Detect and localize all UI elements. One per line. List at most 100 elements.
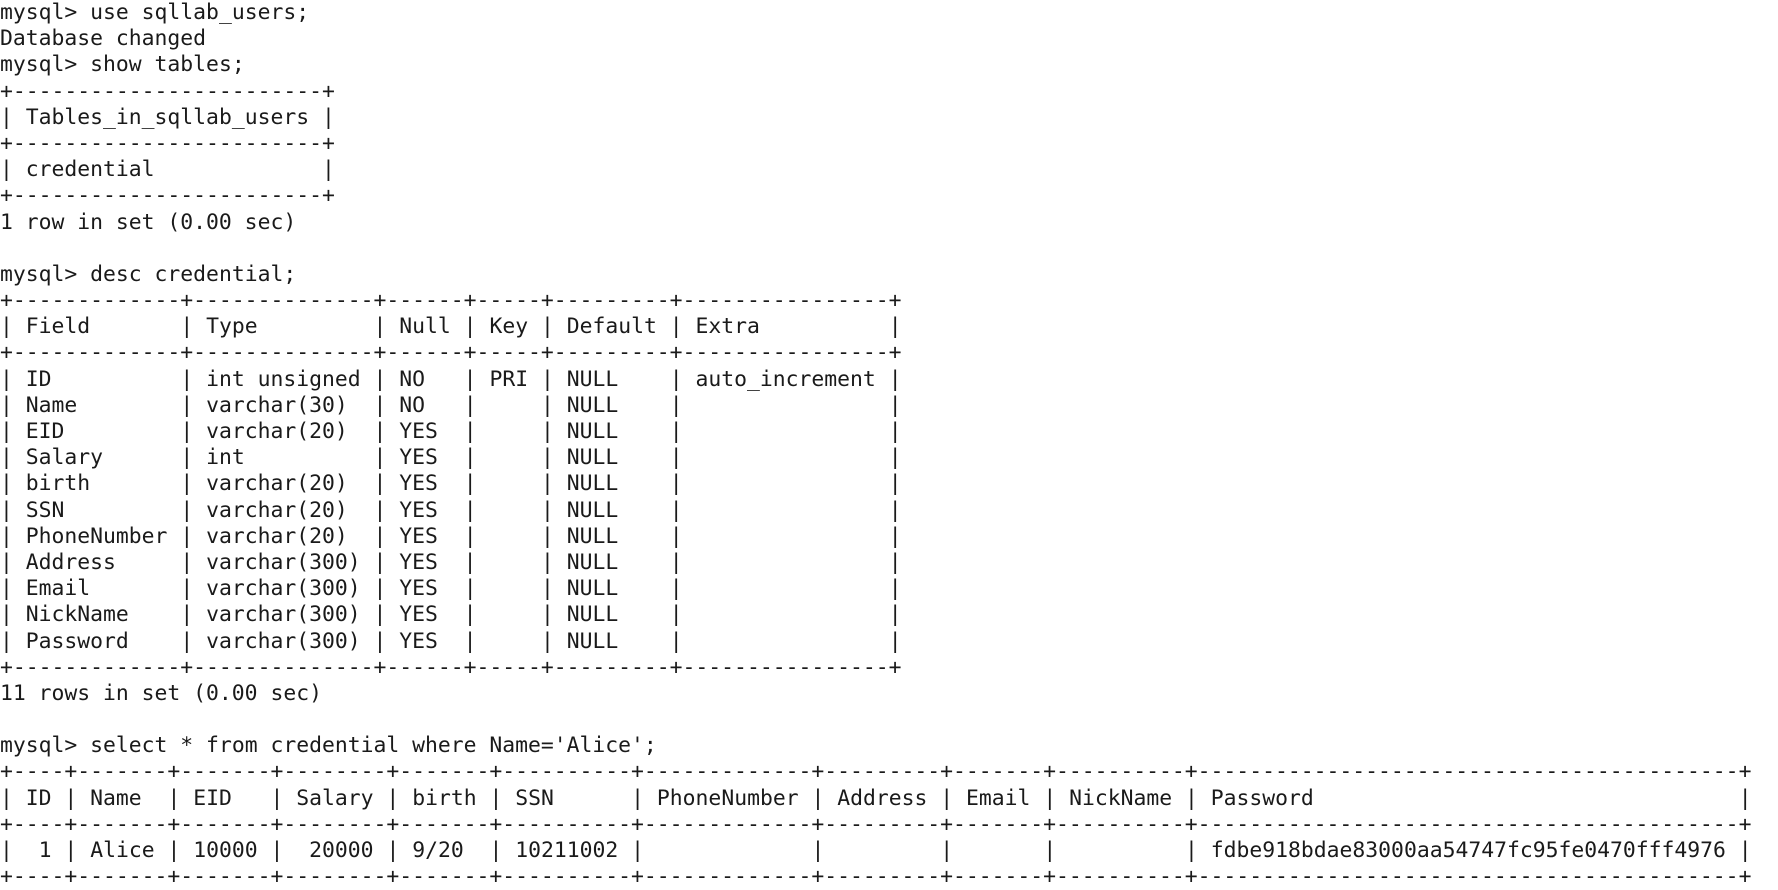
table-row: | EID | varchar(20) | YES | | NULL | | xyxy=(0,419,1778,445)
table-separator: | xyxy=(875,523,902,549)
table-cell: Email xyxy=(25,576,91,602)
table-row: | Email | varchar(300) | YES | | NULL | … xyxy=(0,576,1778,602)
table-separator: | xyxy=(656,419,696,444)
table-separator: | xyxy=(656,445,696,471)
table-separator: | xyxy=(450,497,490,523)
table-separator: | xyxy=(450,392,490,418)
table-cell: EID xyxy=(25,419,65,444)
table-cell: varchar(300) xyxy=(206,576,361,602)
table-row: | NickName | varchar(300) | YES | | NULL… xyxy=(0,602,1778,628)
table-separator: | xyxy=(875,445,902,471)
table-separator: | xyxy=(528,523,567,549)
table-separator: | xyxy=(528,549,567,575)
table-separator: | xyxy=(528,471,567,497)
table-separator: | xyxy=(1172,785,1211,811)
table-separator: | xyxy=(875,628,902,654)
column-header: Key xyxy=(489,314,529,340)
table-separator: | xyxy=(618,838,657,863)
result-summary: 1 row in set (0.00 sec) xyxy=(0,209,297,235)
table-separator: | xyxy=(167,549,207,575)
table-separator: | xyxy=(528,419,567,444)
table-separator: | xyxy=(51,838,91,863)
table-cell: Address xyxy=(25,549,116,575)
table-separator: | xyxy=(875,314,902,340)
table-row: | credential | xyxy=(0,157,1778,183)
table-separator: | xyxy=(0,419,26,444)
table-cell: 20000 xyxy=(309,838,374,863)
column-header: Extra xyxy=(695,314,760,340)
table-cell: YES xyxy=(399,471,438,497)
table-cell: credential xyxy=(25,157,155,183)
table-separator: | xyxy=(51,785,91,811)
table-cell: YES xyxy=(399,549,438,575)
table-header-row: | ID | Name | EID | Salary | birth | SSN… xyxy=(0,786,1778,812)
table-cell: NickName xyxy=(25,602,129,628)
table-separator: | xyxy=(0,497,26,523)
mysql-prompt: mysql> xyxy=(0,52,91,78)
table-separator: | xyxy=(798,785,838,811)
table-cell: NULL xyxy=(566,628,619,654)
table-separator: | xyxy=(0,602,26,628)
table-separator: | xyxy=(154,838,194,863)
table-cell: NULL xyxy=(566,576,619,602)
command-line: mysql> select * from credential where Na… xyxy=(0,733,1778,759)
table-separator: | xyxy=(528,445,567,471)
table-separator: | xyxy=(360,392,400,418)
table-cell: auto_increment xyxy=(695,366,876,392)
table-cell: Password xyxy=(25,628,129,654)
column-header: SSN xyxy=(515,785,554,811)
column-header: ID xyxy=(25,785,52,811)
table-cell: NULL xyxy=(566,366,619,392)
table-separator: | xyxy=(167,497,207,523)
table-separator: | xyxy=(360,628,400,654)
table-row: | Address | varchar(300) | YES | | NULL … xyxy=(0,550,1778,576)
table-separator: | xyxy=(528,628,567,654)
table-cell: YES xyxy=(399,628,438,654)
table-cell: varchar(30) xyxy=(206,392,348,418)
table-separator: | xyxy=(450,314,490,340)
table-separator: | xyxy=(450,419,490,444)
table-border: +-------------+--------------+------+---… xyxy=(0,654,902,680)
table-separator: | xyxy=(656,602,696,628)
table-separator: | xyxy=(528,366,567,392)
table-cell: birth xyxy=(25,471,91,497)
table-separator: | xyxy=(1030,838,1070,863)
table-separator: | xyxy=(0,314,26,340)
column-header: PhoneNumber xyxy=(656,785,799,811)
command-text: select * from credential where Name='Ali… xyxy=(90,733,657,759)
command-output: Database changed xyxy=(0,26,207,52)
table-separator: | xyxy=(0,157,26,183)
table-separator: | xyxy=(167,366,207,392)
column-header: Name xyxy=(90,785,142,811)
table-separator: | xyxy=(360,497,400,523)
table-cell: varchar(20) xyxy=(206,497,348,523)
table-cell: PRI xyxy=(489,366,529,392)
column-header: Password xyxy=(1210,785,1314,811)
table-separator: | xyxy=(476,838,516,863)
table-separator: | xyxy=(450,576,490,602)
table-separator: | xyxy=(875,576,902,602)
table-separator: | xyxy=(450,628,490,654)
column-header: Address xyxy=(837,785,928,811)
table-cell: ID xyxy=(25,366,52,392)
table-separator: | xyxy=(656,314,696,340)
table-cell: NO xyxy=(399,392,426,418)
table-cell: YES xyxy=(399,445,438,471)
table-border: +------------------------+ xyxy=(0,130,335,156)
table-separator: | xyxy=(528,497,567,523)
table-separator: | xyxy=(167,445,207,471)
table-separator: | xyxy=(875,471,902,497)
table-separator: | xyxy=(167,471,207,497)
table-separator: | xyxy=(875,366,902,392)
table-separator: | xyxy=(309,157,335,183)
table-separator: | xyxy=(450,602,490,628)
table-cell: varchar(300) xyxy=(206,549,361,575)
table-separator: | xyxy=(450,471,490,497)
table-separator: | xyxy=(528,602,567,628)
table-cell: 10211002 xyxy=(515,838,619,863)
terminal-window[interactable]: mysql> use sqllab_users; Database changed… xyxy=(0,0,1778,890)
table-separator: | xyxy=(875,392,902,418)
table-row: | SSN | varchar(20) | YES | | NULL | | xyxy=(0,498,1778,524)
table-separator: | xyxy=(798,838,838,863)
